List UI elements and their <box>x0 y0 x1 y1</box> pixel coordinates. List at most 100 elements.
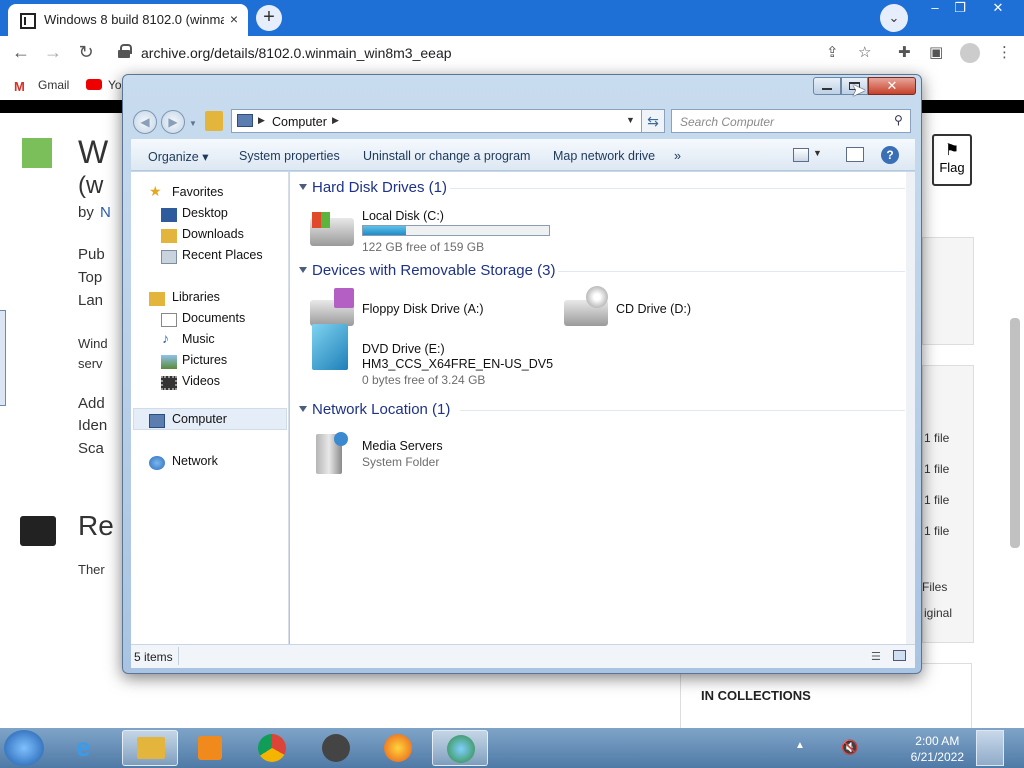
file-count-3[interactable]: 1 file <box>924 493 949 507</box>
floppy-drive-name[interactable]: Floppy Disk Drive (A:) <box>362 302 484 316</box>
nav-music[interactable]: Music <box>182 332 215 346</box>
file-count-2[interactable]: 1 file <box>924 462 949 476</box>
flag-button[interactable]: ⚑ Flag <box>932 134 972 186</box>
system-clock[interactable]: 2:00 AM 6/21/2022 <box>911 733 964 765</box>
file-count-4[interactable]: 1 file <box>924 524 949 538</box>
nav-favorites[interactable]: Favorites <box>172 185 223 199</box>
window-close-button[interactable]: ✕ <box>868 77 916 95</box>
page-scrollbar[interactable] <box>1010 318 1020 548</box>
taskbar-media-player[interactable] <box>182 730 238 766</box>
bookmark-gmail[interactable]: Gmail <box>38 78 69 92</box>
media-servers-type: System Folder <box>362 455 440 469</box>
close-icon[interactable]: ✕ <box>983 0 1013 18</box>
meta-addeddate: Add <box>78 395 105 412</box>
group-hard-disk-drives[interactable]: Hard Disk Drives (1) <box>312 179 447 196</box>
profile-avatar[interactable] <box>960 43 980 63</box>
breadcrumb-arrow-icon[interactable]: ▶ <box>332 115 339 126</box>
uninstall-program-button[interactable]: Uninstall or change a program <box>363 149 530 163</box>
group-network-location[interactable]: Network Location (1) <box>312 401 450 418</box>
start-button[interactable] <box>4 730 44 766</box>
author-link[interactable]: N <box>100 204 111 221</box>
status-bar: 5 items ☰ <box>131 644 915 668</box>
favorites-star-icon: ★ <box>149 183 162 199</box>
refresh-button[interactable]: ⇆ <box>641 109 665 133</box>
nav-desktop[interactable]: Desktop <box>182 206 228 220</box>
organize-button[interactable]: Organize ▾ <box>148 149 208 164</box>
nav-documents[interactable]: Documents <box>182 311 245 325</box>
dvd-drive-icon[interactable] <box>312 324 348 370</box>
restore-icon[interactable]: ❐ <box>945 0 975 18</box>
details-view-icon[interactable]: ☰ <box>871 650 881 663</box>
cd-drive-name[interactable]: CD Drive (D:) <box>616 302 691 316</box>
volume-muted-icon[interactable]: 🔇 <box>841 739 858 756</box>
forward-nav-button[interactable]: ▶ <box>161 110 185 134</box>
share-icon[interactable]: ⇪ <box>826 43 839 61</box>
window-minimize-button[interactable] <box>813 77 841 95</box>
show-desktop-button[interactable] <box>976 730 1004 766</box>
file-count-1[interactable]: 1 file <box>924 431 949 445</box>
browser-tab[interactable]: Windows 8 build 8102.0 (winmain × <box>8 4 248 36</box>
system-properties-button[interactable]: System properties <box>239 149 340 163</box>
url-field[interactable]: archive.org/details/8102.0.winmain_win8m… <box>141 45 452 61</box>
bookmark-youtube[interactable]: Yo <box>108 78 122 92</box>
taskbar-explorer[interactable] <box>122 730 178 766</box>
collapse-group-icon[interactable] <box>299 267 307 273</box>
reload-icon[interactable]: ↻ <box>75 42 97 63</box>
status-divider <box>178 647 179 665</box>
taskbar-network-app[interactable] <box>432 730 488 766</box>
tab-search-button[interactable]: ⌄ <box>880 4 908 32</box>
nav-computer[interactable]: Computer <box>172 412 227 426</box>
preview-pane-icon[interactable] <box>846 147 864 162</box>
nav-videos[interactable]: Videos <box>182 374 220 388</box>
pictures-icon <box>161 355 177 369</box>
taskbar-internet-explorer[interactable]: e <box>62 730 118 766</box>
view-options-icon[interactable] <box>793 148 809 162</box>
lock-icon[interactable] <box>118 44 132 58</box>
map-network-drive-button[interactable]: Map network drive <box>553 149 655 163</box>
sidepanel-icon[interactable]: ▣ <box>929 43 943 61</box>
recent-pages-dropdown-icon[interactable]: ▼ <box>189 119 197 128</box>
dvd-drive-name[interactable]: DVD Drive (E:) <box>362 342 445 356</box>
up-folder-icon[interactable] <box>205 111 223 131</box>
tray-expand-icon[interactable]: ▲ <box>795 740 805 751</box>
navigation-pane: ★ Favorites Desktop Downloads Recent Pla… <box>131 172 289 644</box>
youtube-icon <box>86 79 102 90</box>
page-title-line2: (w <box>78 172 104 199</box>
search-box[interactable]: Search Computer ⚲ <box>671 109 911 133</box>
new-tab-button[interactable]: + <box>256 5 282 31</box>
back-nav-button[interactable]: ◀ <box>133 110 157 134</box>
dvd-drive-free: 0 bytes free of 3.24 GB <box>362 373 486 387</box>
extensions-icon[interactable]: ✚ <box>898 43 911 61</box>
collapse-group-icon[interactable] <box>299 406 307 412</box>
bookmark-star-icon[interactable]: ☆ <box>858 43 871 61</box>
nav-pictures[interactable]: Pictures <box>182 353 227 367</box>
large-icons-view-icon[interactable] <box>893 650 906 661</box>
menu-kebab-icon[interactable]: ⋮ <box>997 43 1012 61</box>
address-path[interactable]: Computer <box>272 115 327 129</box>
tab-close-icon[interactable]: × <box>230 11 238 27</box>
nav-downloads[interactable]: Downloads <box>182 227 244 241</box>
address-bar[interactable]: ▶ Computer ▶ ▼ <box>231 109 664 133</box>
windows-logo-icon <box>312 212 330 228</box>
local-disk-name[interactable]: Local Disk (C:) <box>362 209 444 223</box>
content-scrollbar[interactable] <box>906 172 915 644</box>
recent-places-icon <box>161 250 177 264</box>
taskbar-chrome[interactable] <box>244 730 300 766</box>
view-dropdown-icon[interactable]: ▼ <box>813 148 822 158</box>
forward-icon[interactable]: → <box>42 42 64 63</box>
collapse-group-icon[interactable] <box>299 184 307 190</box>
media-servers-name[interactable]: Media Servers <box>362 439 443 453</box>
group-removable-storage[interactable]: Devices with Removable Storage (3) <box>312 262 555 279</box>
address-dropdown-icon[interactable]: ▼ <box>626 115 635 125</box>
nav-libraries[interactable]: Libraries <box>172 290 220 304</box>
taskbar-firefox[interactable] <box>370 730 426 766</box>
firefox-icon <box>384 734 412 762</box>
nav-recent-places[interactable]: Recent Places <box>182 248 263 262</box>
more-commands-button[interactable]: » <box>674 149 681 163</box>
breadcrumb-arrow-icon[interactable]: ▶ <box>258 115 265 126</box>
nav-network[interactable]: Network <box>172 454 218 468</box>
back-icon[interactable]: ← <box>10 42 32 63</box>
taskbar-raccoon-app[interactable] <box>308 730 364 766</box>
search-icon[interactable]: ⚲ <box>894 113 903 127</box>
help-icon[interactable]: ? <box>881 146 899 164</box>
